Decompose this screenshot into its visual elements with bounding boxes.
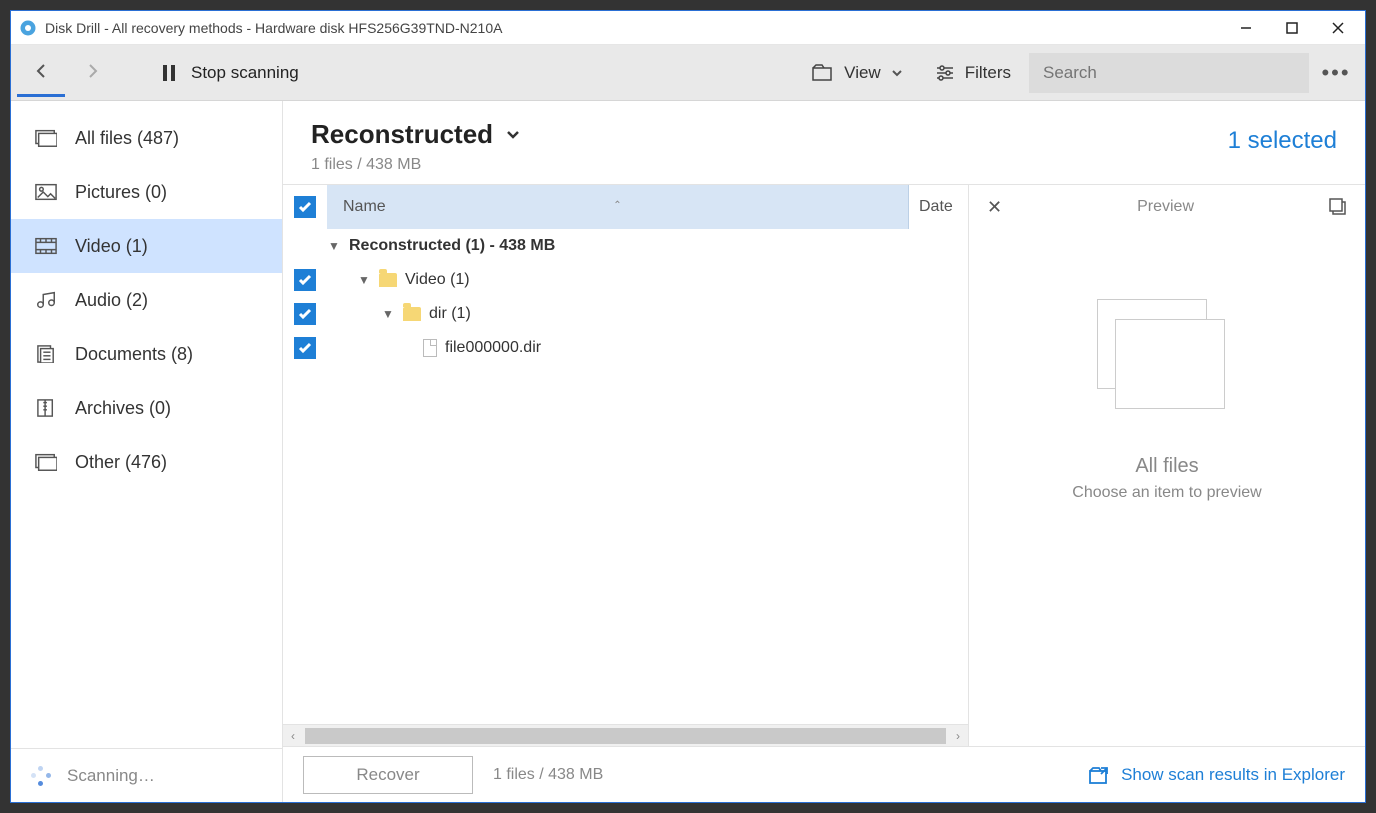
preview-title: Preview [1137,198,1194,216]
column-header-row: Name ⌃ Date [283,185,968,229]
close-button[interactable] [1315,13,1361,43]
scroll-right-icon[interactable]: › [948,729,968,743]
view-dropdown[interactable]: View [798,49,917,97]
tree-label: file000000.dir [445,339,541,357]
collapse-icon[interactable]: ▼ [357,273,371,287]
chevron-down-icon [891,67,903,79]
picture-icon [35,183,57,201]
view-label: View [844,63,881,83]
back-button[interactable] [17,49,65,97]
folder-open-icon [812,64,834,82]
popout-icon[interactable] [1329,198,1347,216]
preview-caption: All files [1135,455,1198,478]
row-checkbox[interactable] [294,337,316,359]
ellipsis-icon: ••• [1321,60,1350,86]
filters-icon [935,64,955,82]
chevron-down-icon [505,127,521,143]
footer-summary: 1 files / 438 MB [493,766,1069,784]
app-window: Disk Drill - All recovery methods - Hard… [10,10,1366,803]
sidebar-item-label: Documents (8) [75,344,193,365]
sidebar-item-other[interactable]: Other (476) [11,435,282,489]
preview-hint: Choose an item to preview [1072,484,1261,502]
minimize-button[interactable] [1223,13,1269,43]
file-tree: ▼ Reconstructed (1) - 438 MB ▼ Video (1) [283,229,968,724]
file-list: Name ⌃ Date ▼ Reconstructed (1) - 4 [283,184,969,746]
all-files-icon [35,129,57,147]
sort-asc-icon: ⌃ [613,200,621,211]
sidebar-item-archives[interactable]: Archives (0) [11,381,282,435]
sidebar-item-label: Pictures (0) [75,182,167,203]
folder-icon [403,307,421,321]
stop-label: Stop scanning [191,63,299,83]
sidebar-item-video[interactable]: Video (1) [11,219,282,273]
sidebar-item-pictures[interactable]: Pictures (0) [11,165,282,219]
main-panel: Reconstructed 1 files / 438 MB 1 selecte… [283,101,1365,802]
scroll-left-icon[interactable]: ‹ [283,729,303,743]
collapse-icon[interactable]: ▼ [381,307,395,321]
open-explorer-icon [1089,766,1109,784]
more-menu-button[interactable]: ••• [1313,60,1359,86]
toolbar: Stop scanning View Filters ••• [11,45,1365,101]
app-icon [19,19,37,37]
window-title: Disk Drill - All recovery methods - Hard… [45,20,502,36]
footer-bar: Recover 1 files / 438 MB Show scan resul… [283,746,1365,802]
preview-pane: ✕ Preview All files Choose an item to pr… [969,184,1365,746]
sidebar-item-all[interactable]: All files (487) [11,111,282,165]
sidebar: All files (487) Pictures (0) Video (1) A… [11,101,283,802]
maximize-button[interactable] [1269,13,1315,43]
horizontal-scrollbar[interactable]: ‹ › [283,724,968,746]
recover-button[interactable]: Recover [303,756,473,794]
sidebar-item-label: Audio (2) [75,290,148,311]
forward-button[interactable] [69,49,117,97]
video-icon [35,237,57,255]
tree-file-row[interactable]: file000000.dir [283,331,968,365]
tree-folder-row[interactable]: ▼ Video (1) [283,263,968,297]
audio-icon [35,291,57,309]
scroll-thumb[interactable] [305,728,946,744]
footer-link-label: Show scan results in Explorer [1121,765,1345,785]
preview-placeholder-icon [1097,299,1237,419]
view-title-dropdown[interactable]: Reconstructed [311,119,1228,150]
tree-label: Video (1) [405,271,470,289]
sidebar-item-audio[interactable]: Audio (2) [11,273,282,327]
tree-label: Reconstructed (1) - 438 MB [349,237,555,255]
pause-icon [161,63,177,83]
file-icon [423,339,437,357]
column-label: Date [919,198,953,216]
folder-icon [379,273,397,287]
filters-label: Filters [965,63,1011,83]
status-text: Scanning… [67,766,155,786]
other-icon [35,453,57,471]
column-name[interactable]: Name ⌃ [327,198,908,216]
view-subtitle: 1 files / 438 MB [311,156,1228,174]
search-input[interactable] [1029,53,1309,93]
selection-count[interactable]: 1 selected [1228,119,1337,155]
preview-close-button[interactable]: ✕ [987,197,1002,218]
column-label: Name [343,198,386,216]
sidebar-item-label: Other (476) [75,452,167,473]
tree-group-row[interactable]: ▼ Reconstructed (1) - 438 MB [283,229,968,263]
collapse-icon[interactable]: ▼ [327,239,341,253]
sidebar-item-label: Video (1) [75,236,148,257]
spinner-icon [29,764,53,788]
row-checkbox[interactable] [294,303,316,325]
scan-status: Scanning… [11,748,282,802]
filters-button[interactable]: Filters [921,49,1025,97]
sidebar-item-documents[interactable]: Documents (8) [11,327,282,381]
tree-folder-row[interactable]: ▼ dir (1) [283,297,968,331]
select-all-checkbox[interactable] [294,196,316,218]
document-icon [35,345,57,363]
view-title: Reconstructed [311,119,493,150]
column-date[interactable]: Date [908,185,968,229]
tree-label: dir (1) [429,305,471,323]
row-checkbox[interactable] [294,269,316,291]
sidebar-item-label: All files (487) [75,128,179,149]
stop-scanning-button[interactable]: Stop scanning [145,49,315,97]
show-in-explorer-link[interactable]: Show scan results in Explorer [1089,765,1345,785]
archive-icon [35,399,57,417]
sidebar-item-label: Archives (0) [75,398,171,419]
title-bar: Disk Drill - All recovery methods - Hard… [11,11,1365,45]
